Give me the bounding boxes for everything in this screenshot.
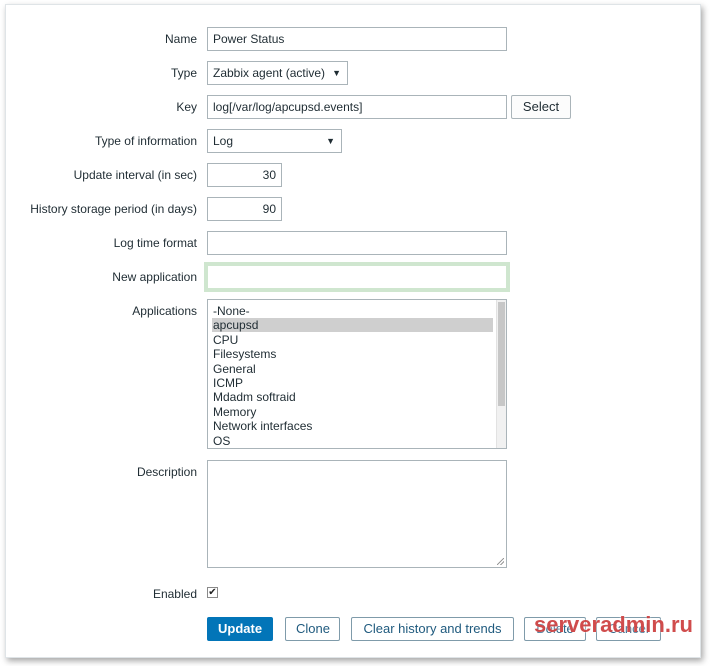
key-label: Key: [176, 100, 197, 114]
checkmark-icon: ✔: [208, 587, 217, 598]
history-storage-label: History storage period (in days): [30, 202, 197, 216]
clear-history-button[interactable]: Clear history and trends: [351, 617, 514, 641]
resize-grip-icon[interactable]: [497, 558, 504, 565]
name-input[interactable]: Power Status: [207, 27, 507, 51]
history-storage-input[interactable]: 90: [207, 197, 282, 221]
type-select[interactable]: Zabbix agent (active) ▼: [207, 61, 348, 85]
list-item[interactable]: OS: [212, 434, 493, 448]
type-of-information-value: Log: [213, 134, 234, 148]
list-item[interactable]: Mdadm softraid: [212, 390, 493, 404]
watermark: serveradmin.ru: [534, 612, 693, 637]
list-item[interactable]: -None-: [212, 304, 493, 318]
key-input[interactable]: log[/var/log/apcupsd.events]: [207, 95, 507, 119]
applications-listbox[interactable]: -None- apcupsd CPU Filesystems General I…: [207, 299, 507, 449]
log-time-format-input[interactable]: [207, 231, 507, 255]
list-item[interactable]: General: [212, 362, 493, 376]
description-textarea[interactable]: [207, 460, 507, 568]
new-application-input[interactable]: [207, 265, 507, 289]
log-time-format-label: Log time format: [113, 236, 197, 250]
type-of-information-select[interactable]: Log ▼: [207, 129, 342, 153]
list-item[interactable]: Memory: [212, 405, 493, 419]
chevron-down-icon: ▼: [332, 68, 341, 78]
key-select-button[interactable]: Select: [511, 95, 571, 119]
update-interval-label: Update interval (in sec): [73, 168, 197, 182]
type-label: Type: [170, 66, 197, 80]
enabled-label: Enabled: [152, 587, 197, 601]
name-label: Name: [164, 32, 197, 46]
type-select-value: Zabbix agent (active): [213, 66, 326, 80]
description-label: Description: [136, 465, 197, 479]
clone-button[interactable]: Clone: [285, 617, 340, 641]
type-of-information-label: Type of information: [94, 134, 197, 148]
list-item-selected[interactable]: apcupsd: [212, 318, 493, 332]
new-application-label: New application: [112, 270, 197, 284]
list-item[interactable]: ICMP: [212, 376, 493, 390]
list-item[interactable]: Network interfaces: [212, 419, 493, 433]
enabled-checkbox[interactable]: ✔: [207, 587, 218, 598]
chevron-down-icon: ▼: [326, 136, 335, 146]
list-item[interactable]: CPU: [212, 333, 493, 347]
scrollbar-thumb[interactable]: [498, 302, 505, 406]
list-item[interactable]: Filesystems: [212, 347, 493, 361]
update-interval-input[interactable]: 30: [207, 163, 282, 187]
listbox-scrollbar[interactable]: [496, 300, 506, 448]
applications-label: Applications: [132, 304, 197, 318]
update-button[interactable]: Update: [207, 617, 273, 641]
